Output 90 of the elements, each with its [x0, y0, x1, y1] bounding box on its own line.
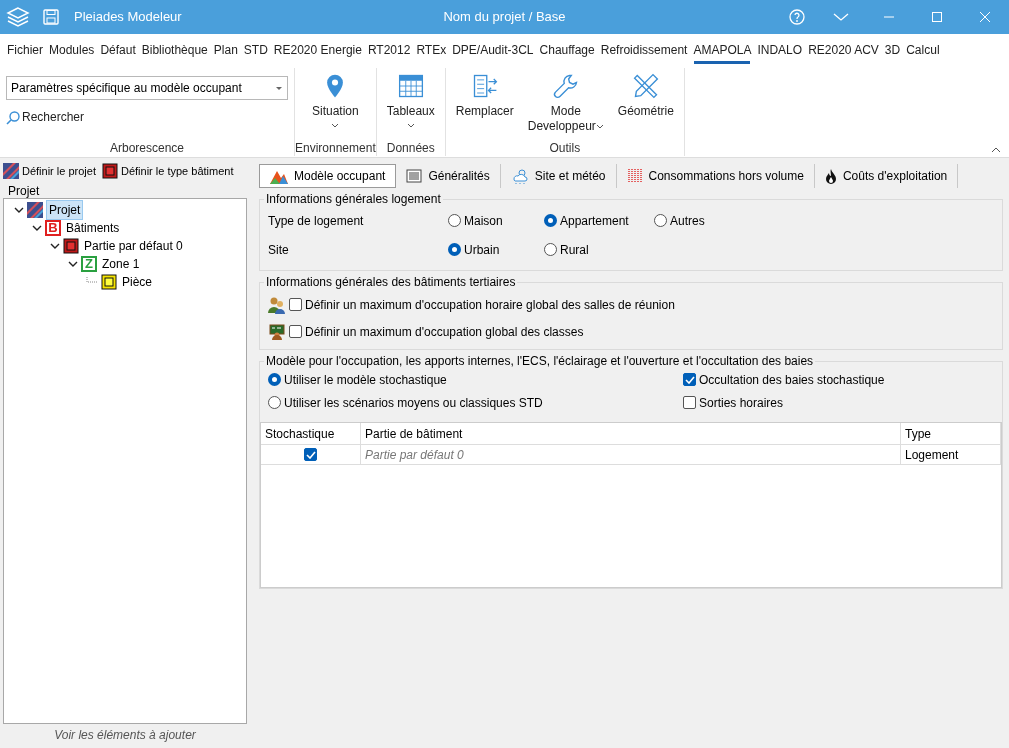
window-title: Nom du projet / Base — [443, 8, 566, 27]
section-title: Informations générales logement — [265, 192, 442, 206]
project-icon — [27, 202, 43, 218]
maximize-icon — [932, 12, 942, 22]
radio-option[interactable]: Rural — [544, 240, 654, 259]
building-icon: B — [45, 220, 61, 236]
list-icon — [406, 169, 423, 183]
group-label: Environnement — [295, 140, 376, 156]
people-icon — [268, 295, 286, 314]
menu-tab[interactable]: Modules — [46, 34, 98, 66]
tree-item[interactable]: Partie par défaut 0 — [82, 237, 185, 255]
wrench-icon — [551, 72, 580, 100]
add-elements-link[interactable]: Voir les éléments à ajouter — [0, 724, 250, 746]
radio-option[interactable]: Appartement — [544, 211, 654, 230]
table-cell: Logement — [901, 445, 1001, 464]
hatch-icon — [626, 168, 643, 184]
menu-tab[interactable]: Chauffage — [536, 34, 598, 66]
checkbox-option[interactable]: Définir un maximum d'occupation horaire global des salles de réunion — [289, 295, 675, 314]
toolbar-button[interactable]: Définir le type bâtiment — [102, 162, 234, 180]
search-button[interactable]: Rechercher — [0, 100, 91, 125]
ruler-pencil-icon — [631, 72, 660, 100]
tree-item[interactable]: Bâtiments — [64, 219, 122, 237]
checkbox-option[interactable]: Sorties horaires — [683, 391, 885, 414]
group-label: Outils — [548, 140, 582, 156]
menu-tab[interactable]: RTEx — [413, 34, 450, 66]
column-header: Stochastique — [261, 423, 361, 444]
field-label: Type de logement — [268, 212, 365, 230]
menu-tab[interactable]: RT2012 — [364, 34, 414, 66]
field-label: Site — [268, 241, 290, 259]
cube-icon — [63, 238, 79, 254]
app-logo-icon — [6, 5, 30, 29]
checkbox-option[interactable]: Occultation des baies stochastique — [683, 368, 885, 391]
room-cube-icon — [101, 274, 117, 290]
menu-tab[interactable]: DPE/Audit-3CL — [449, 34, 537, 66]
menu-tab[interactable]: Refroidissement — [597, 34, 691, 66]
menu-tab[interactable]: STD — [240, 34, 271, 66]
flame-icon — [824, 168, 837, 184]
collapse-ribbon-button[interactable] — [991, 147, 1001, 153]
ribbon-button[interactable]: Géométrie — [611, 68, 680, 140]
checkmark-icon — [684, 375, 695, 384]
ribbon-button[interactable]: Mode Developpeur — [519, 68, 612, 140]
menu-tab[interactable]: Plan — [210, 34, 241, 66]
menu-tab[interactable]: AMAPOLA — [690, 34, 755, 66]
table-icon — [396, 72, 425, 100]
ribbon-button[interactable]: Remplacer — [449, 68, 520, 140]
menu-tab[interactable]: INDALO — [754, 34, 806, 66]
classroom-icon — [268, 323, 286, 340]
radio-option[interactable]: Utiliser les scénarios moyens ou classiques STD — [268, 391, 683, 414]
toolbar-button[interactable]: Définir le projet — [3, 162, 96, 180]
cube-icon — [102, 163, 118, 179]
menu-tab[interactable]: Calcul — [903, 34, 943, 66]
checkmark-icon — [305, 450, 316, 459]
ribbon-button[interactable]: Situation — [306, 68, 365, 140]
menu-tab[interactable]: RE2020 Energie — [270, 34, 365, 66]
section-title: Modèle pour l'occupation, les apports internes, l'ECS, l'éclairage et l'ouverture et l'occultation des baies — [265, 354, 815, 368]
radio-option[interactable]: Utiliser le modèle stochastique — [268, 368, 683, 391]
dropdown-field[interactable]: Paramètres spécifique au modèle occupant — [6, 76, 288, 100]
menu-tab[interactable]: Défaut — [97, 34, 139, 66]
table-cell: Partie par défaut 0 — [361, 445, 901, 464]
zone-icon: Z — [81, 256, 97, 272]
close-icon — [980, 12, 990, 22]
app-name: Pleiades Modeleur — [74, 8, 182, 27]
group-label: Arborescence — [108, 140, 185, 156]
cloud-sun-icon — [510, 168, 529, 184]
tree-item[interactable]: Pièce — [120, 273, 155, 291]
tab[interactable]: Modèle occupant — [259, 164, 397, 188]
checkbox-option[interactable]: Définir un maximum d'occupation global des classes — [289, 322, 584, 341]
column-header: Type — [901, 423, 1001, 444]
ribbon-button[interactable]: Tableaux — [380, 68, 441, 140]
menu-tab[interactable]: 3D — [881, 34, 904, 66]
column-header: Partie de bâtiment — [361, 423, 901, 444]
tree-item[interactable]: Projet — [46, 200, 84, 220]
search-icon — [6, 110, 20, 125]
panel-title: Projet — [7, 184, 41, 198]
minimize-icon — [884, 16, 894, 18]
save-icon — [43, 9, 59, 25]
menu-tab[interactable]: Fichier — [4, 34, 46, 66]
menu-tab[interactable]: RE2020 ACV — [805, 34, 882, 66]
menu-tab[interactable]: Bibliothèque — [138, 34, 211, 66]
table-checkbox[interactable] — [304, 448, 317, 461]
group-label: Données — [385, 140, 436, 156]
project-icon — [3, 163, 19, 179]
tree-item[interactable]: Zone 1 — [100, 255, 142, 273]
caret-icon — [275, 84, 283, 92]
help-icon — [789, 9, 805, 25]
chevron-up-icon — [991, 147, 1001, 153]
radio-option[interactable]: Maison — [448, 211, 544, 230]
radio-option[interactable]: Autres — [654, 211, 750, 230]
section-title: Informations générales des bâtiments tertiaires — [265, 275, 517, 289]
radio-option[interactable]: Urbain — [448, 240, 544, 259]
